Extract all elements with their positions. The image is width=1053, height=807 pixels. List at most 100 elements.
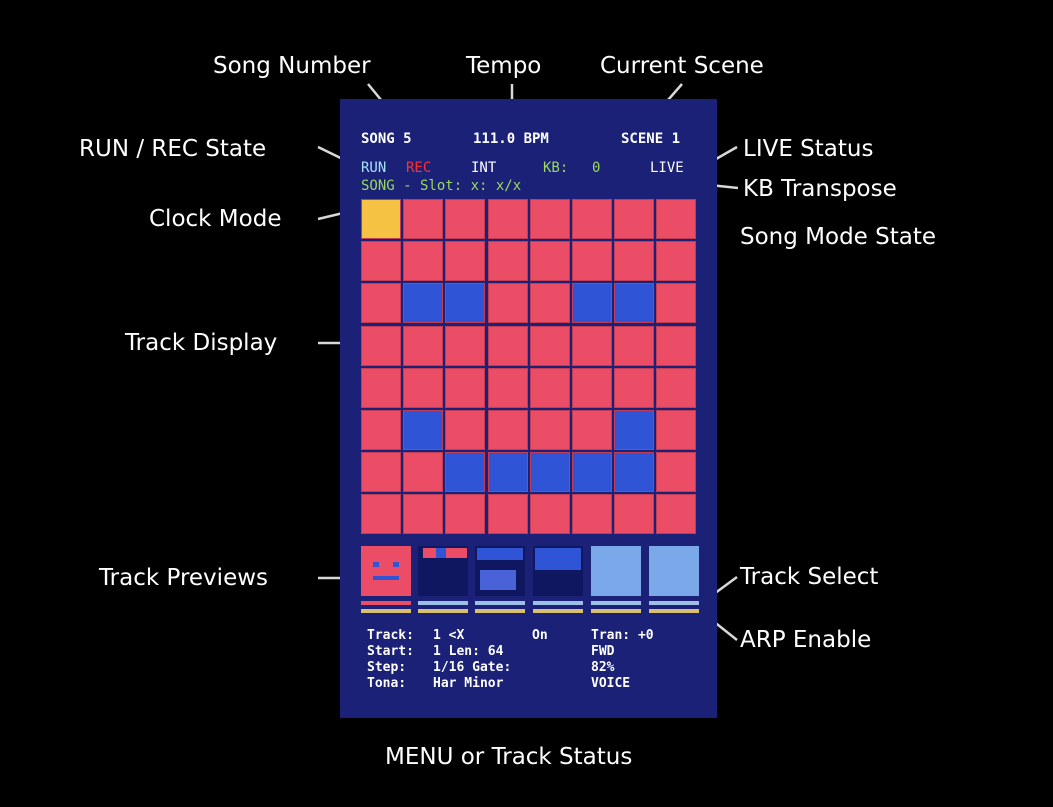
grid-cell[interactable] [656, 325, 697, 366]
arp-enable-bar-2[interactable] [418, 609, 468, 613]
grid-cell[interactable] [656, 494, 697, 535]
grid-cell[interactable] [445, 494, 486, 535]
grid-cell[interactable] [572, 199, 612, 239]
track-display-grid[interactable] [361, 199, 698, 536]
status-tonality-label: Tona: [367, 676, 407, 691]
grid-cell[interactable] [614, 325, 655, 366]
grid-cell[interactable] [487, 410, 528, 450]
grid-cell[interactable] [361, 452, 401, 493]
grid-cell[interactable] [445, 325, 486, 366]
preview-face [373, 562, 379, 567]
rec-indicator: REC [406, 160, 432, 176]
kb-transpose-value: 0 [592, 160, 601, 176]
track-preview-5[interactable] [591, 546, 641, 596]
device-screen: SONG 5 111.0 BPM SCENE 1 RUN REC INT KB:… [340, 99, 717, 718]
preview-face [373, 576, 399, 580]
grid-cell[interactable] [361, 325, 401, 366]
grid-cell[interactable] [614, 410, 655, 450]
arp-enable-bar-1[interactable] [361, 609, 411, 613]
track-select-bar-4[interactable] [533, 601, 583, 605]
grid-cell[interactable] [487, 283, 528, 324]
tempo-readout: 111.0 BPM [473, 131, 549, 147]
grid-cell[interactable] [529, 452, 570, 493]
grid-cell[interactable] [445, 410, 486, 450]
scene-readout: SCENE 1 [621, 131, 681, 147]
grid-cell[interactable] [529, 283, 570, 324]
track-select-bar-1[interactable] [361, 601, 411, 605]
grid-cell[interactable] [614, 241, 655, 282]
grid-cell[interactable] [572, 494, 612, 535]
grid-cell[interactable] [656, 241, 697, 282]
grid-cell[interactable] [403, 410, 444, 450]
grid-cell[interactable] [529, 241, 570, 282]
status-step-label: Step: [367, 660, 407, 675]
grid-cell[interactable] [445, 241, 486, 282]
arp-enable-bar-4[interactable] [533, 609, 583, 613]
grid-cell[interactable] [656, 199, 697, 239]
label-song-mode-state: Song Mode State [740, 224, 937, 250]
grid-cell[interactable] [614, 283, 655, 324]
grid-cell[interactable] [487, 241, 528, 282]
track-select-bar-2[interactable] [418, 601, 468, 605]
grid-cell[interactable] [361, 494, 401, 535]
grid-cell[interactable] [572, 410, 612, 450]
grid-cell[interactable] [529, 199, 570, 239]
grid-cell[interactable] [656, 410, 697, 450]
grid-cell[interactable] [572, 325, 612, 366]
status-start-label: Start: [367, 644, 414, 659]
grid-cell[interactable] [487, 367, 528, 408]
grid-cell[interactable] [614, 452, 655, 493]
grid-cell[interactable] [572, 367, 612, 408]
grid-cell[interactable] [361, 410, 401, 450]
grid-cell[interactable] [529, 325, 570, 366]
arp-enable-bar-6[interactable] [649, 609, 699, 613]
grid-cell[interactable] [403, 494, 444, 535]
grid-cell[interactable] [403, 325, 444, 366]
label-live-status: LIVE Status [743, 136, 874, 162]
track-preview-1[interactable] [361, 546, 411, 596]
grid-cell[interactable] [529, 410, 570, 450]
grid-cell[interactable] [487, 494, 528, 535]
track-preview-6[interactable] [649, 546, 699, 596]
grid-cell[interactable] [487, 199, 528, 239]
grid-cell[interactable] [614, 199, 655, 239]
grid-cell[interactable] [403, 241, 444, 282]
song-mode-line: SONG - Slot: x: x/x [361, 178, 522, 194]
grid-cell[interactable] [361, 283, 401, 324]
track-select-bar-6[interactable] [649, 601, 699, 605]
grid-cell[interactable] [487, 325, 528, 366]
grid-cell[interactable] [614, 494, 655, 535]
track-select-bar-5[interactable] [591, 601, 641, 605]
grid-cell[interactable] [572, 241, 612, 282]
arp-enable-bar-5[interactable] [591, 609, 641, 613]
grid-cell[interactable] [487, 452, 528, 493]
track-select-bar-3[interactable] [475, 601, 525, 605]
grid-cell[interactable] [445, 367, 486, 408]
grid-cell[interactable] [403, 199, 444, 239]
track-preview-2[interactable] [418, 546, 468, 596]
grid-cell[interactable] [572, 283, 612, 324]
grid-cell[interactable] [445, 452, 486, 493]
grid-cell[interactable] [361, 199, 401, 239]
grid-cell[interactable] [529, 494, 570, 535]
track-preview-3[interactable] [475, 546, 525, 596]
grid-cell[interactable] [656, 452, 697, 493]
grid-cell[interactable] [403, 452, 444, 493]
status-step-gate: 1/16 Gate: [433, 660, 512, 675]
label-run-rec-state: RUN / REC State [79, 136, 267, 162]
grid-cell[interactable] [572, 452, 612, 493]
grid-cell[interactable] [445, 199, 486, 239]
grid-cell[interactable] [656, 367, 697, 408]
grid-cell[interactable] [403, 283, 444, 324]
track-preview-4[interactable] [533, 546, 583, 596]
status-transpose: Tran: +0 [591, 628, 654, 643]
grid-cell[interactable] [361, 367, 401, 408]
grid-cell[interactable] [614, 367, 655, 408]
grid-cell[interactable] [529, 367, 570, 408]
arp-enable-bar-3[interactable] [475, 609, 525, 613]
grid-cell[interactable] [403, 367, 444, 408]
grid-cell[interactable] [445, 283, 486, 324]
label-track-select: Track Select [740, 564, 879, 590]
grid-cell[interactable] [361, 241, 401, 282]
grid-cell[interactable] [656, 283, 697, 324]
